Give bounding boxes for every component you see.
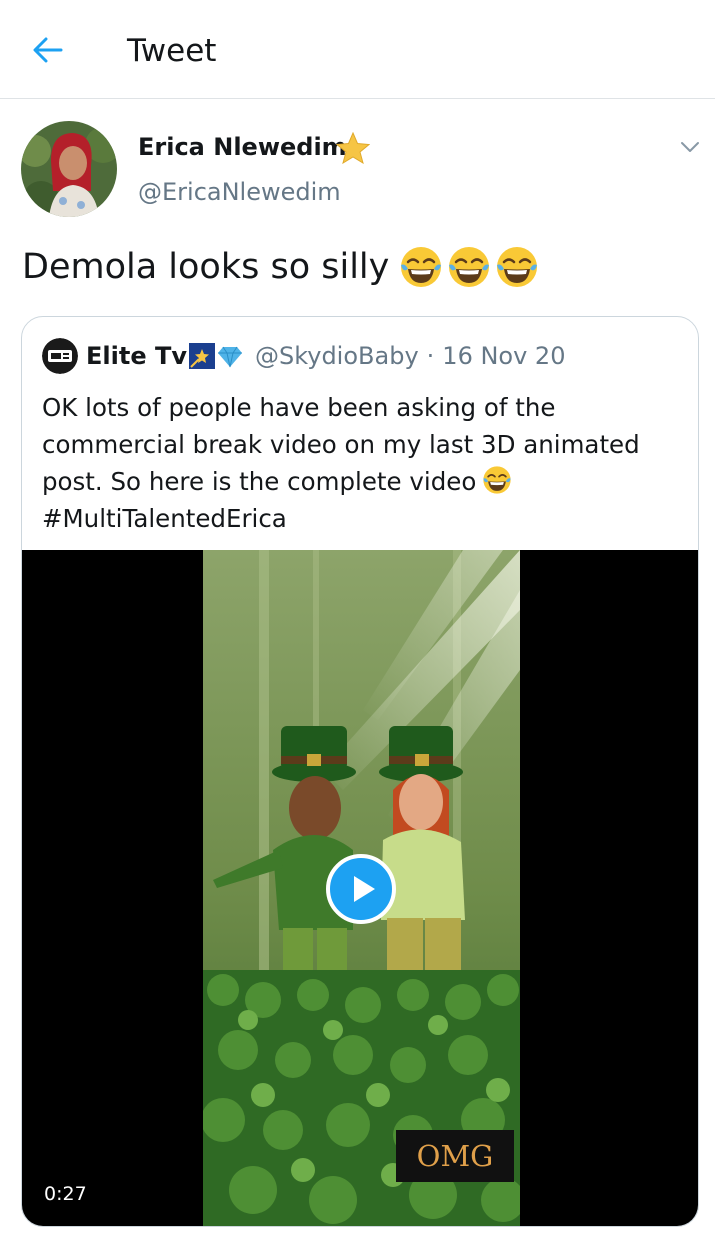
quoted-author-handle: @SkydioBaby [254, 342, 419, 370]
tweet-text: Demola looks so silly [22, 244, 543, 290]
quoted-tweet-card[interactable]: Elite Tv @SkydioBaby · 16 Nov 20 OK lots… [21, 316, 699, 1227]
quoted-author-name: Elite Tv [86, 342, 187, 370]
video-player[interactable]: OMG 0:27 [22, 550, 698, 1226]
quoted-tweet-body: OK lots of people have been asking of th… [42, 393, 640, 496]
quoted-author-avatar[interactable] [42, 338, 78, 374]
meta-separator: · [426, 342, 435, 370]
arrow-left-icon [33, 37, 63, 63]
tweet-text-content: Demola looks so silly [22, 247, 390, 287]
quoted-tweet-date: 16 Nov 20 [442, 342, 566, 370]
tweet-menu-button[interactable] [672, 132, 708, 162]
page-title: Tweet [127, 33, 217, 69]
chevron-down-icon [681, 142, 699, 152]
quoted-author-badges [188, 343, 243, 369]
play-button[interactable] [326, 854, 396, 924]
tears-of-joy-emoji-icon [497, 247, 538, 287]
author-avatar[interactable] [21, 121, 117, 217]
tears-of-joy-emoji-icon [483, 466, 511, 494]
quoted-tweet-text: OK lots of people have been asking of th… [42, 389, 682, 537]
video-overlay-caption: OMG [396, 1130, 514, 1182]
back-button[interactable] [20, 28, 76, 72]
top-bar: Tweet [0, 0, 715, 99]
author-handle[interactable]: @EricaNlewedim [138, 176, 341, 208]
tears-of-joy-emoji-icon [401, 247, 442, 287]
tears-of-joy-emoji-icon [449, 247, 490, 287]
emoji-group [399, 245, 543, 289]
hashtag-link[interactable]: #MultiTalentedErica [42, 504, 287, 533]
video-duration: 0:27 [44, 1183, 87, 1205]
gem-icon [217, 346, 242, 368]
author-name[interactable]: Erica Nlewedim [138, 131, 347, 163]
star-icon [336, 132, 370, 164]
quoted-tweet-header: Elite Tv @SkydioBaby · 16 Nov 20 [42, 338, 566, 374]
shooting-star-icon [188, 343, 215, 369]
play-icon [326, 854, 396, 924]
